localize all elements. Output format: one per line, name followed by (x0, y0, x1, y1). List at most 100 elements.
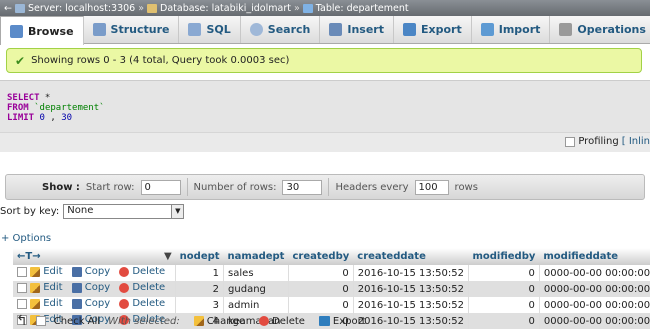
start-row-input[interactable]: 0 (140, 179, 181, 195)
tab-sql[interactable]: SQL (179, 16, 241, 43)
table-header-row: ←T→ ▼ nodept namadept createdby createdd… (13, 248, 650, 265)
row-checkbox[interactable] (17, 266, 27, 277)
tab-structure[interactable]: Structure (84, 16, 180, 43)
sort-select-value: None (67, 205, 94, 216)
cell-modifiedby[interactable]: 0 (468, 265, 540, 281)
row-checkbox[interactable] (17, 298, 27, 309)
tab-browse[interactable]: Browse (0, 16, 84, 45)
cell-createddate[interactable]: 2016-10-15 13:50:52 (353, 313, 469, 329)
export-selected-button[interactable]: Export (318, 316, 366, 327)
tab-label: Insert (347, 23, 384, 36)
column-header-nodept[interactable]: nodept (175, 248, 224, 265)
copy-icon (71, 282, 82, 293)
export-icon (403, 23, 416, 36)
edit-button[interactable]: Edit (30, 282, 63, 293)
search-icon (249, 23, 263, 36)
cell-createddate[interactable]: 2016-10-15 13:50:52 (353, 297, 469, 313)
inline-link[interactable]: [ Inlin (622, 136, 650, 147)
success-message: ✔ Showing rows 0 - 3 (4 total, Query too… (6, 48, 642, 73)
check-all-label[interactable]: Check All (54, 316, 100, 327)
column-header-namadept[interactable]: namadept (223, 248, 289, 265)
bulk-actions: ↰ Check All With selected: Change Delete… (16, 313, 366, 329)
tab-export[interactable]: Export (394, 16, 472, 43)
profiling-checkbox[interactable] (565, 136, 576, 147)
copy-button[interactable]: Copy (71, 298, 110, 309)
edit-label: Edit (43, 298, 63, 310)
sort-dropdown-icon[interactable]: ▼ (164, 251, 172, 262)
tab-label: Search (267, 23, 311, 36)
browse-icon (10, 24, 23, 38)
column-arrows-icon[interactable]: ←T→ (17, 251, 41, 262)
tab-label: Operations (577, 23, 646, 36)
breadcrumb: ← Server: localhost:3306 » Database: lat… (0, 0, 650, 16)
success-text: Showing rows 0 - 3 (4 total, Query took … (31, 55, 290, 66)
tab-search[interactable]: Search (241, 16, 321, 43)
copy-button[interactable]: Copy (71, 266, 110, 277)
sort-key-select[interactable]: None ▼ (63, 204, 185, 219)
cell-namadept[interactable]: gudang (223, 281, 289, 297)
change-button[interactable]: Change (193, 316, 245, 327)
cell-modifiedby[interactable]: 0 (468, 313, 540, 329)
delete-button[interactable]: Delete (119, 282, 165, 293)
cell-modifieddate[interactable]: 0000-00-00 00:00:00 (539, 313, 650, 329)
column-header-modifieddate[interactable]: modifieddate (539, 248, 650, 265)
divider (186, 178, 188, 196)
sql-keyword: FROM (7, 103, 29, 113)
delete-label: Delete (132, 266, 166, 278)
cell-createdby[interactable]: 0 (288, 281, 354, 297)
column-header-createdby[interactable]: createdby (288, 248, 354, 265)
show-button[interactable]: Show : (42, 182, 80, 193)
sql-text: * (39, 93, 51, 103)
cell-nodept[interactable]: 2 (175, 281, 225, 297)
breadcrumb-database[interactable]: Database: latabiki_idolmart (160, 3, 291, 14)
structure-icon (92, 23, 106, 36)
cell-modifieddate[interactable]: 0000-00-00 00:00:00 (539, 297, 650, 313)
cell-createddate[interactable]: 2016-10-15 13:50:52 (353, 281, 469, 297)
cell-createddate[interactable]: 2016-10-15 13:50:52 (353, 265, 469, 281)
check-all-checkbox[interactable] (35, 316, 46, 326)
delete-button[interactable]: Delete (119, 298, 165, 309)
row-checkbox[interactable] (17, 282, 27, 293)
back-arrow-icon[interactable]: ← (4, 3, 12, 14)
column-header-createddate[interactable]: createddate (353, 248, 469, 265)
tab-operations[interactable]: Operations (550, 16, 650, 43)
sql-query[interactable]: SELECT * FROM `departement` LIMIT 0 , 30 (7, 93, 105, 123)
table-row: Edit Copy Delete 2 gudang 0 2016-10-15 1… (13, 281, 650, 297)
delete-selected-button[interactable]: Delete (259, 316, 305, 327)
cell-modifieddate[interactable]: 0000-00-00 00:00:00 (539, 265, 650, 281)
sort-by-key: Sort by key: None ▼ (0, 204, 185, 219)
options-link[interactable]: + Options (1, 233, 51, 244)
tab-label: Structure (110, 23, 170, 36)
copy-icon (71, 298, 82, 309)
cell-modifiedby[interactable]: 0 (468, 281, 540, 297)
breadcrumb-server[interactable]: Server: localhost:3306 (28, 3, 135, 14)
num-rows-input[interactable]: 30 (282, 179, 323, 195)
edit-button[interactable]: Edit (30, 298, 63, 310)
tab-insert[interactable]: Insert (320, 16, 394, 43)
row-navigation: Show : Start row: 0 Number of rows: 30 H… (5, 174, 645, 200)
edit-button[interactable]: Edit (30, 266, 63, 278)
delete-button[interactable]: Delete (119, 266, 165, 277)
cell-namadept[interactable]: admin (223, 297, 289, 313)
breadcrumb-table[interactable]: Table: departement (316, 3, 409, 14)
delete-icon (119, 282, 130, 293)
insert-icon (329, 23, 343, 36)
cell-nodept[interactable]: 1 (175, 265, 225, 281)
divider (328, 178, 330, 196)
pencil-icon (30, 266, 41, 277)
tab-import[interactable]: Import (472, 16, 551, 43)
breadcrumb-separator: » (293, 2, 300, 14)
cell-createdby[interactable]: 0 (288, 265, 354, 281)
checkmark-icon: ✔ (15, 53, 26, 68)
delete-icon (119, 266, 130, 277)
cell-modifieddate[interactable]: 0000-00-00 00:00:00 (539, 281, 650, 297)
cell-namadept[interactable]: sales (223, 265, 289, 281)
headers-every-input[interactable]: 100 (414, 179, 449, 195)
cell-modifiedby[interactable]: 0 (468, 297, 540, 313)
edit-label: Edit (43, 266, 63, 278)
column-header-modifiedby[interactable]: modifiedby (468, 248, 540, 265)
cell-createdby[interactable]: 0 (288, 297, 354, 313)
copy-button[interactable]: Copy (71, 282, 111, 294)
cell-nodept[interactable]: 3 (175, 297, 225, 313)
copy-label: Copy (84, 282, 111, 294)
